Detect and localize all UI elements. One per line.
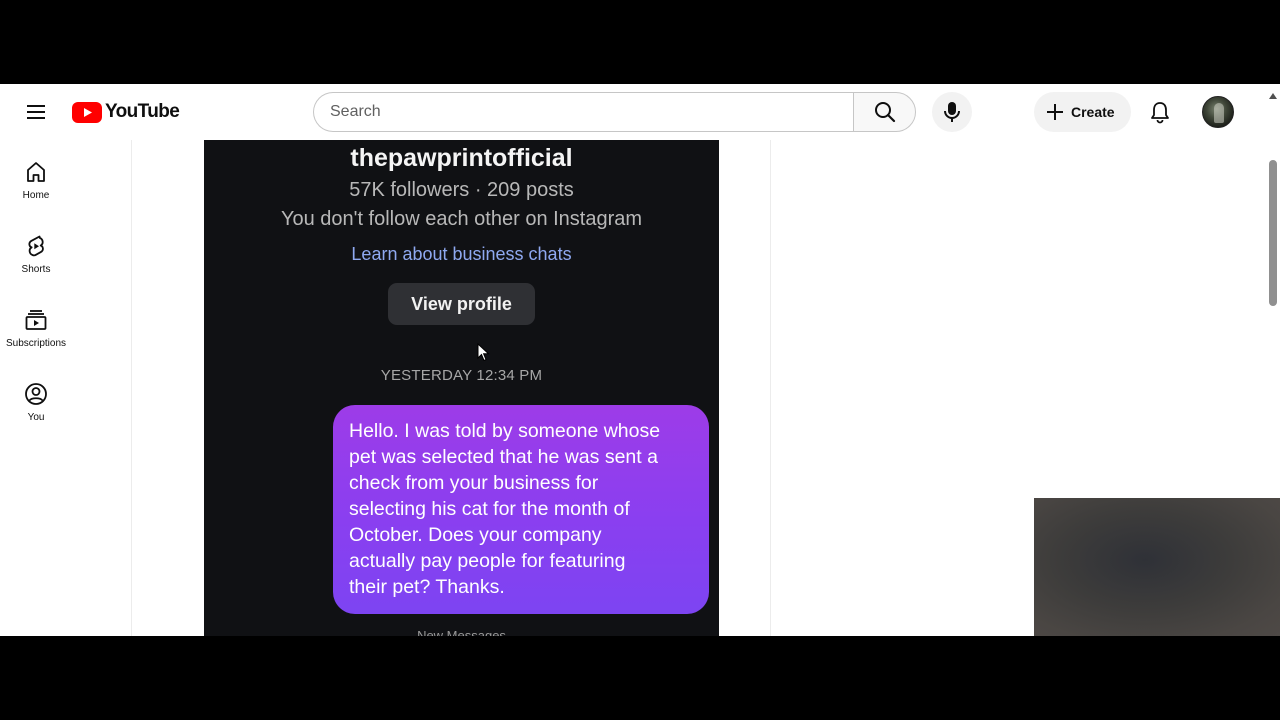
create-label: Create xyxy=(1071,104,1115,120)
mouse-cursor-icon xyxy=(477,343,490,362)
profile-stats: 57K followers · 209 posts xyxy=(349,179,574,201)
profile-name: thepawprintofficial xyxy=(350,144,573,172)
learn-business-chats-link: Learn about business chats xyxy=(351,244,572,264)
youtube-app: YouTube Create xyxy=(0,84,1280,636)
search-input[interactable] xyxy=(313,92,853,132)
scrollbar-thumb[interactable] xyxy=(1269,160,1277,306)
letterbox-bottom xyxy=(0,636,1280,720)
account-icon xyxy=(25,383,47,405)
message-bubble: Hello. I was told by someone whose pet w… xyxy=(333,405,709,614)
message-line: check from your business for xyxy=(349,472,599,494)
scroll-up-arrow-icon[interactable] xyxy=(1269,93,1277,99)
new-messages-divider: New Messages xyxy=(417,628,506,636)
logo-wordmark: YouTube xyxy=(105,101,180,122)
sidebar-item-home[interactable]: Home xyxy=(4,140,68,214)
search-button[interactable] xyxy=(853,92,916,132)
search-icon xyxy=(874,102,895,123)
sidebar-item-you[interactable]: You xyxy=(4,362,68,436)
voice-search-button[interactable] xyxy=(932,92,972,132)
message-line: their pet? Thanks. xyxy=(349,576,505,598)
letterbox-top xyxy=(0,0,1280,84)
mini-guide-sidebar: Home Shorts Subscriptions You xyxy=(0,140,72,636)
home-icon xyxy=(27,162,45,182)
notifications-button[interactable] xyxy=(1140,92,1180,132)
youtube-play-icon xyxy=(72,101,102,123)
sidebar-item-label: Shorts xyxy=(21,264,51,275)
bell-icon xyxy=(1151,102,1169,124)
shorts-icon xyxy=(28,235,44,257)
sidebar-item-label: Home xyxy=(22,190,50,201)
instagram-chat-screen: thepawprintofficial 57K followers · 209 … xyxy=(204,140,719,636)
account-avatar[interactable] xyxy=(1202,96,1234,128)
message-line: October. Does your company xyxy=(349,524,602,546)
message-line: actually pay people for featuring xyxy=(349,550,626,572)
sidebar-item-shorts[interactable]: Shorts xyxy=(4,214,68,288)
message-line: Hello. I was told by someone whose xyxy=(349,420,661,442)
message-line: pet was selected that he was sent a xyxy=(349,446,658,468)
video-player[interactable]: thepawprintofficial 57K followers · 209 … xyxy=(131,140,771,636)
sidebar-item-label: Subscriptions xyxy=(5,338,67,349)
message-timestamp: YESTERDAY 12:34 PM xyxy=(380,367,543,384)
youtube-logo[interactable]: YouTube xyxy=(72,101,180,123)
sidebar-item-label: You xyxy=(27,412,45,423)
search-bar xyxy=(313,92,916,132)
message-line: selecting his cat for the month of xyxy=(349,498,630,520)
webcam-overlay xyxy=(1034,498,1280,636)
follow-status: You don't follow each other on Instagram xyxy=(280,208,643,230)
create-button[interactable]: Create xyxy=(1034,92,1131,132)
view-profile-button: View profile xyxy=(388,283,535,325)
microphone-icon xyxy=(944,102,960,122)
masthead: YouTube Create xyxy=(0,84,1266,140)
sidebar-item-subscriptions[interactable]: Subscriptions xyxy=(4,288,68,362)
plus-icon xyxy=(1047,104,1063,120)
guide-menu-button[interactable] xyxy=(16,92,56,132)
hamburger-icon xyxy=(27,105,45,119)
subscriptions-icon xyxy=(25,310,47,330)
